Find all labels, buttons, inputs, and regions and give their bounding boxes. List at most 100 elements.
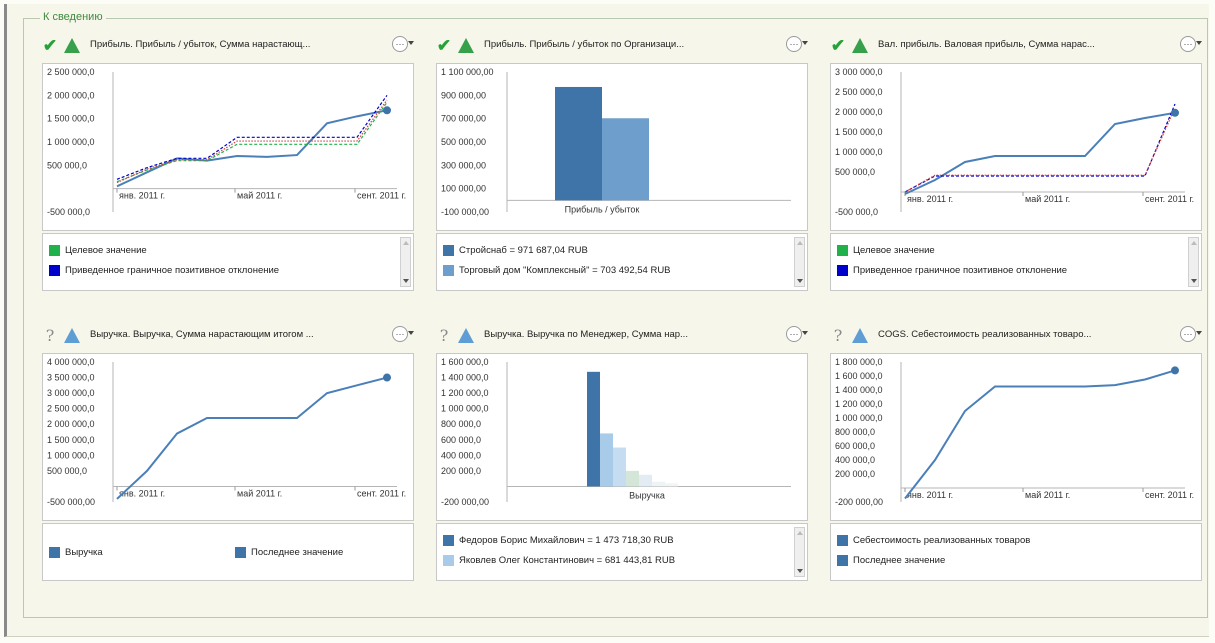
panel-title[interactable]: COGS. Себестоимость реализованных товаро… (878, 329, 1163, 340)
series-line (116, 376, 388, 500)
chart-area: 1 100 000,00 900 000,00 700 000,00 500 000,… (436, 63, 808, 231)
bar (626, 470, 639, 487)
y-tick-label: 2 500 000,0 (47, 404, 95, 414)
legend-label: Федоров Борис Михайлович = 1 473 718,30 … (459, 535, 674, 546)
y-tick-label: 1 000 000,0 (47, 450, 95, 460)
legend-label: Приведенное граничное позитивное отклоне… (853, 265, 1068, 276)
green-triangle-icon (852, 38, 868, 53)
legend-swatch (443, 245, 454, 256)
series-line (904, 103, 1176, 193)
y-tick-label: 1 500 000,0 (47, 435, 95, 445)
scroll-up-icon (1191, 241, 1197, 245)
y-tick-label: 1 200 000,0 (835, 399, 883, 409)
chart-legend: Выручка Последнее значение (42, 523, 414, 581)
y-tick-label: 400 000,0 (835, 455, 875, 465)
panel-menu-button[interactable]: ⋯ (786, 326, 808, 344)
y-tick-label: 1 500 000,0 (47, 114, 95, 124)
panel-menu-button[interactable]: ⋯ (1180, 326, 1202, 344)
legend-swatch (49, 265, 60, 276)
panel-menu-button[interactable]: ⋯ (786, 36, 808, 54)
kpi-panel: ? COGS. Себестоимость реализованных товар… (830, 319, 1202, 589)
panel-menu-button[interactable]: ⋯ (392, 326, 414, 344)
dropdown-arrow-icon (408, 331, 414, 335)
y-tick-label: 1 400 000,0 (441, 373, 489, 383)
panel-menu-button[interactable]: ⋯ (392, 36, 414, 54)
panel-title[interactable]: Вал. прибыль. Валовая прибыль, Сумма нар… (878, 39, 1163, 50)
settings-circle-icon: ⋯ (1180, 36, 1196, 52)
y-tick-label: 3 000 000,0 (835, 67, 883, 77)
chart-legend: Себестоимость реализованных товаров После… (830, 523, 1202, 581)
legend-label: Выручка (65, 547, 103, 558)
question-icon: ? (45, 326, 55, 345)
chart-area: 1 800 000,0 1 600 000,0 1 400 000,0 1 200 0… (830, 353, 1202, 521)
panel-header: ✔ Прибыль. Прибыль / убыток по Организаци… (436, 35, 808, 59)
group-legend: К сведению (40, 11, 106, 23)
scroll-down-icon (797, 569, 803, 573)
category-label: Выручка (629, 490, 665, 500)
scroll-up-icon (403, 241, 409, 245)
panel-header: ? Выручка. Выручка, Сумма нарастающим ито… (42, 325, 414, 349)
legend-label: Последнее значение (853, 555, 946, 566)
chart-svg: 3 000 000,0 2 500 000,0 2 000 000,0 1 500 0… (835, 67, 1194, 217)
bar (652, 481, 665, 487)
kpi-panel: ✔ Вал. прибыль. Валовая прибыль, Сумма на… (830, 29, 1202, 299)
chart-svg: 4 000 000,0 3 500 000,0 3 000 000,0 2 500 0… (47, 357, 406, 507)
scroll-up-icon (797, 241, 803, 245)
y-tick-label: 2 000 000,0 (835, 107, 883, 117)
checkmark-icon: ✔ (830, 36, 846, 55)
y-tick-label: 500 000,0 (47, 160, 87, 170)
bar (555, 86, 602, 201)
panel-title[interactable]: Выручка. Выручка, Сумма нарастающим итог… (90, 329, 375, 340)
legend-swatch (443, 555, 454, 566)
category-label: Прибыль / убыток (565, 204, 640, 214)
legend-swatch (837, 245, 848, 256)
chart-area: 3 000 000,0 2 500 000,0 2 000 000,0 1 500 0… (830, 63, 1202, 231)
panel-header: ✔ Вал. прибыль. Валовая прибыль, Сумма на… (830, 35, 1202, 59)
y-tick-label: 600 000,0 (441, 435, 481, 445)
bar (639, 474, 652, 487)
panel-header: ✔ Прибыль. Прибыль / убыток, Сумма нараст… (42, 35, 414, 59)
panel-title[interactable]: Выручка. Выручка по Менеджер, Сумма нар.… (484, 329, 769, 340)
legend-swatch (49, 245, 60, 256)
series-line (904, 111, 1176, 195)
settings-circle-icon: ⋯ (786, 326, 802, 342)
panel-title[interactable]: Прибыль. Прибыль / убыток, Сумма нараста… (90, 39, 375, 50)
x-tick-label: май 2011 г. (1025, 490, 1070, 500)
legend-label: Целевое значение (853, 245, 935, 256)
y-tick-label: 3 500 000,0 (47, 373, 95, 383)
x-tick-label: май 2011 г. (237, 488, 282, 498)
kpi-panel: ✔ Прибыль. Прибыль / убыток по Организаци… (436, 29, 808, 299)
checkmark-icon: ✔ (436, 36, 452, 55)
y-tick-label: 1 200 000,0 (441, 388, 489, 398)
legend-label: Стройснаб = 971 687,04 RUB (459, 245, 588, 256)
panel-menu-button[interactable]: ⋯ (1180, 36, 1202, 54)
blue-triangle-icon (64, 328, 80, 343)
dashboard-window: К сведению ✔ Прибыль. Прибыль / убыток, С… (4, 4, 1209, 637)
legend-scrollbar[interactable] (400, 237, 411, 287)
panel-header: ? Выручка. Выручка по Менеджер, Сумма нар… (436, 325, 808, 349)
y-tick-label: 2 000 000,0 (47, 90, 95, 100)
y-tick-label: -500 000,0 (47, 207, 90, 217)
legend-scrollbar[interactable] (1188, 237, 1199, 287)
y-tick-label: 500 000,0 (835, 167, 875, 177)
y-tick-label: 500 000,0 (47, 466, 87, 476)
green-triangle-icon (458, 38, 474, 53)
y-tick-label: 100 000,00 (441, 184, 486, 194)
y-tick-label: 900 000,00 (441, 90, 486, 100)
legend-scrollbar[interactable] (794, 237, 805, 287)
series-line (116, 99, 388, 184)
settings-circle-icon: ⋯ (786, 36, 802, 52)
y-tick-label: 1 600 000,0 (441, 357, 489, 367)
y-tick-label: 1 800 000,0 (835, 357, 883, 367)
x-tick-label: сент. 2011 г. (357, 191, 406, 201)
blue-triangle-icon (852, 328, 868, 343)
y-tick-label: 800 000,0 (835, 427, 875, 437)
panel-title[interactable]: Прибыль. Прибыль / убыток по Организаци.… (484, 39, 769, 50)
legend-swatch (837, 555, 848, 566)
legend-label: Себестоимость реализованных товаров (853, 535, 1031, 546)
x-tick-label: сент. 2011 г. (1145, 490, 1194, 500)
y-tick-label: 4 000 000,0 (47, 357, 95, 367)
y-tick-label: 200 000,0 (441, 466, 481, 476)
settings-circle-icon: ⋯ (1180, 326, 1196, 342)
legend-scrollbar[interactable] (794, 527, 805, 577)
